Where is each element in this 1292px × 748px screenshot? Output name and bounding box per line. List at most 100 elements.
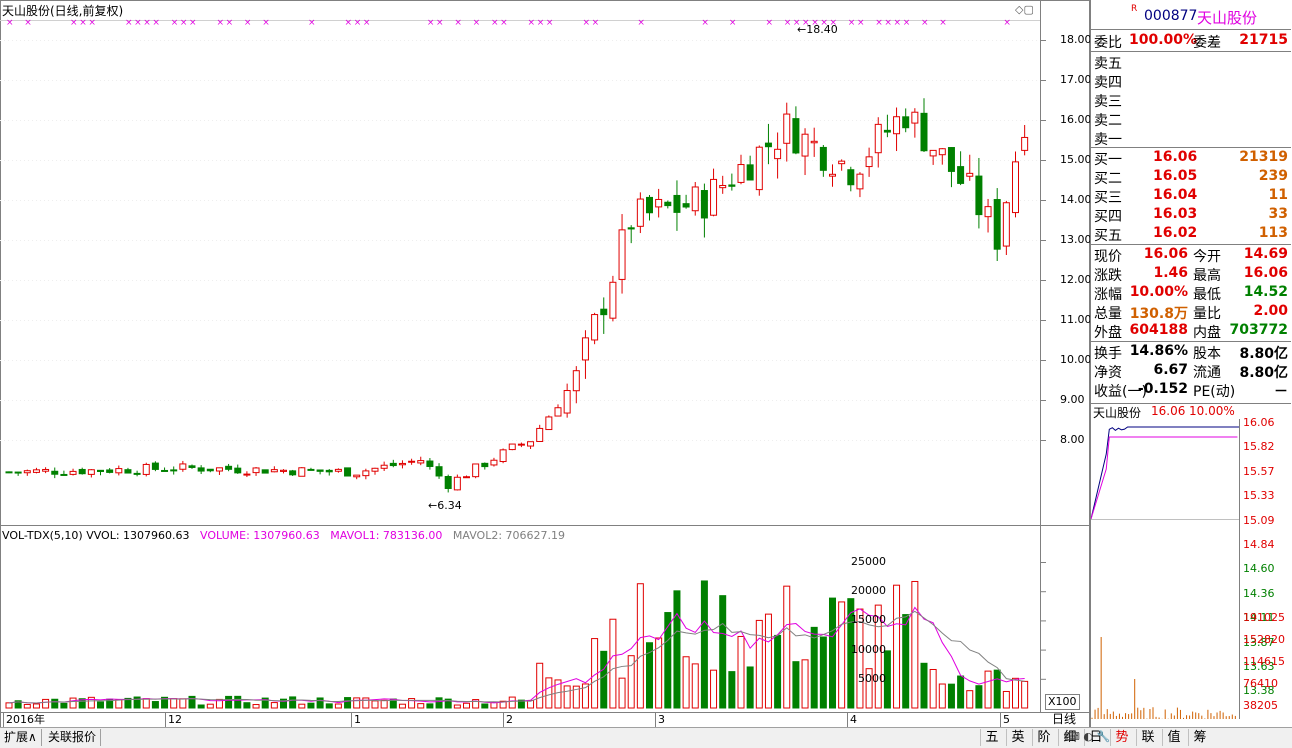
candle-body bbox=[755, 146, 763, 191]
price-axis-label: 8.00 bbox=[1060, 433, 1085, 446]
signal-marker: × bbox=[125, 18, 133, 28]
volume-bar bbox=[179, 698, 187, 709]
candle-body bbox=[618, 229, 626, 280]
kline-chart-svg[interactable]: × × × × × × × × × × × × × × × × × × × × × × × × × × × × × × × × × × × × × × × ×… bbox=[0, 0, 1090, 728]
price-axis-label: 11.00 bbox=[1060, 313, 1092, 326]
right-tab[interactable]: 值 bbox=[1162, 729, 1185, 746]
kline-chart-area[interactable]: × × × × × × × × × × × × × × × × × × × × × × × × × × × × × × × × × × × × × × × ×… bbox=[0, 0, 1092, 728]
fund-label: PE(动) bbox=[1193, 384, 1236, 400]
stat-value: 130.8万 bbox=[1129, 306, 1188, 322]
volume-bar bbox=[51, 698, 59, 709]
right-tab[interactable]: 筹 bbox=[1188, 729, 1211, 746]
volume-bar bbox=[993, 669, 1001, 709]
toolbar-icons[interactable]: ⌨ ◐ 🔧 bbox=[1064, 730, 1110, 743]
buy-volume: 21319 bbox=[1239, 149, 1288, 165]
candle-body bbox=[179, 463, 187, 470]
volume-bar bbox=[1002, 690, 1010, 709]
candle-body bbox=[97, 469, 104, 472]
buy-label: 买四 bbox=[1094, 209, 1122, 225]
right-tab[interactable]: 英 bbox=[1006, 729, 1029, 746]
candle-body bbox=[408, 460, 416, 463]
signal-marker: × bbox=[500, 18, 508, 28]
candle-body bbox=[947, 147, 955, 172]
volume-bar bbox=[719, 595, 727, 709]
candle-body bbox=[307, 468, 315, 471]
candle-body bbox=[261, 469, 269, 474]
candle-body bbox=[353, 474, 361, 478]
candle-body bbox=[115, 468, 123, 474]
mini-price: 16.06 bbox=[1151, 404, 1186, 418]
volume-bar bbox=[764, 613, 772, 709]
candle-body bbox=[23, 470, 31, 474]
mini-price-label: 16.06 bbox=[1243, 416, 1275, 429]
sell-row: 卖二 bbox=[1091, 109, 1291, 129]
candle-body bbox=[774, 148, 782, 160]
volume-bar bbox=[243, 702, 251, 709]
candle-body bbox=[32, 469, 40, 473]
candle-body bbox=[728, 184, 736, 187]
candle-body bbox=[252, 467, 260, 474]
fund-value: -0.152 bbox=[1137, 381, 1188, 397]
buy-price: 16.06 bbox=[1153, 149, 1198, 165]
right-tab[interactable]: 五 bbox=[980, 729, 1003, 746]
date-axis-label: 4 bbox=[850, 713, 857, 726]
candle-body bbox=[966, 172, 974, 177]
stat-row: 外盘 604188 内盘 703772 bbox=[1091, 321, 1291, 341]
chart-corner-icons[interactable]: ◇▢ bbox=[1015, 3, 1034, 17]
sell-label: 卖二 bbox=[1094, 113, 1122, 129]
volume-axis-label: 20000 bbox=[851, 584, 886, 598]
candle-body bbox=[334, 468, 342, 472]
buy-row: 买四 16.03 33 bbox=[1091, 205, 1291, 225]
volume-bar bbox=[435, 697, 443, 709]
candle-body bbox=[591, 314, 599, 341]
tab-expand[interactable]: 扩展∧ bbox=[0, 729, 42, 746]
candle-body bbox=[838, 160, 846, 165]
volume-bar bbox=[69, 697, 77, 709]
candle-body bbox=[764, 142, 772, 148]
candle-body bbox=[389, 462, 397, 467]
candle-body bbox=[700, 190, 708, 219]
right-tab[interactable]: 势 bbox=[1110, 729, 1133, 746]
fund-value: 8.80亿 bbox=[1239, 346, 1288, 362]
fund-row: 换手 14.86% 股本 8.80亿 bbox=[1091, 342, 1291, 362]
sell-label: 卖五 bbox=[1094, 56, 1122, 72]
candle-body bbox=[581, 337, 589, 361]
candle-body bbox=[161, 469, 169, 472]
signal-marker: × bbox=[226, 18, 234, 28]
weicha-value: 21715 bbox=[1239, 32, 1288, 48]
candle-body bbox=[627, 227, 635, 230]
candle-body bbox=[911, 111, 919, 124]
candle-body bbox=[170, 469, 178, 472]
volume-bar bbox=[5, 702, 13, 709]
signal-marker: × bbox=[921, 18, 929, 28]
volume-bar bbox=[966, 690, 974, 709]
fund-label: 股本 bbox=[1193, 346, 1221, 362]
buy-row: 买一 16.06 21319 bbox=[1091, 148, 1291, 168]
right-tab[interactable]: 联 bbox=[1136, 729, 1159, 746]
candle-body bbox=[417, 460, 425, 464]
candle-body bbox=[554, 407, 562, 417]
mini-avg-line bbox=[1091, 436, 1238, 520]
low-annotation: ←6.34 bbox=[428, 499, 462, 512]
signal-marker: × bbox=[848, 18, 856, 28]
fund-value: 8.80亿 bbox=[1239, 365, 1288, 381]
candle-body bbox=[609, 281, 617, 319]
volume-bar bbox=[673, 590, 681, 709]
candle-body bbox=[655, 198, 663, 208]
date-axis-label: 3 bbox=[658, 713, 665, 726]
weicha-label: 委差 bbox=[1193, 35, 1221, 51]
candle-body bbox=[929, 149, 937, 157]
candle-body bbox=[426, 460, 434, 467]
right-tab[interactable]: 阶 bbox=[1032, 729, 1055, 746]
volume-bar bbox=[691, 663, 699, 709]
fund-value: － bbox=[1274, 384, 1288, 400]
volume-bar bbox=[957, 675, 965, 709]
period-label: 日线 bbox=[1052, 712, 1077, 726]
separator bbox=[1091, 29, 1291, 30]
tab-related-quotes[interactable]: 关联报价 bbox=[44, 729, 102, 746]
candle-body bbox=[325, 469, 333, 473]
candle-body bbox=[197, 467, 205, 472]
buy-label: 买五 bbox=[1094, 228, 1122, 244]
volume-bar bbox=[463, 702, 470, 709]
volume-bar bbox=[728, 671, 736, 709]
